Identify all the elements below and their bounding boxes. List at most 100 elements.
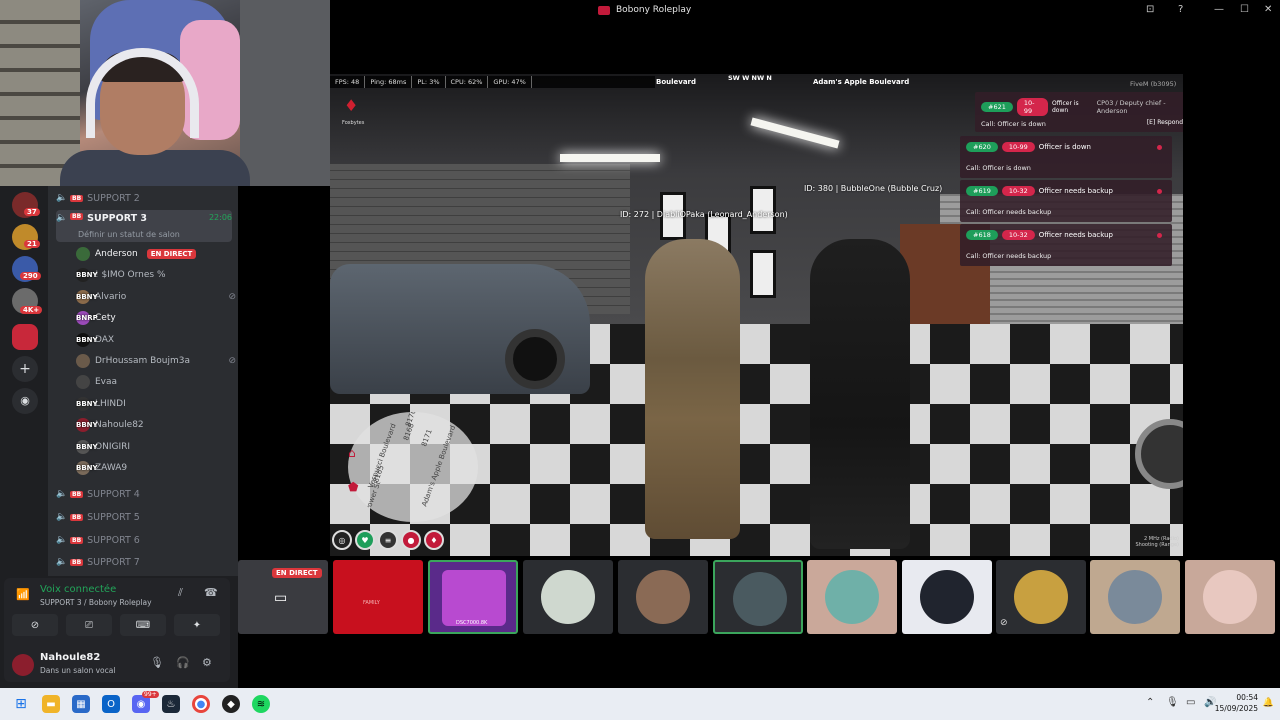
voice-user[interactable]: Anderson EN DIRECT <box>76 244 236 264</box>
participant-tile[interactable] <box>1090 560 1180 634</box>
muted-icon: ⊘ <box>228 356 236 366</box>
channel-status-placeholder[interactable]: Définir un statut de salon <box>78 230 180 239</box>
gpu-readout: GPU: 47% <box>488 76 532 88</box>
voice-user[interactable]: Cety BNRP <box>76 308 236 328</box>
map-street-label: 8170 <box>404 412 418 428</box>
user-name: ! $IMO Ornes % <box>95 270 166 280</box>
participant-tile[interactable]: FAMILY <box>333 560 423 634</box>
compass: SW W NW N <box>728 74 772 82</box>
voice-user[interactable]: DAX BBNY <box>76 330 236 350</box>
disconnect-icon[interactable]: ☎ <box>204 586 218 599</box>
window-title: Bobony Roleplay <box>598 5 691 15</box>
voice-channel-support-2[interactable]: 🔈 BB SUPPORT 2 <box>56 188 232 208</box>
user-name: LHINDI <box>95 399 126 409</box>
screen-share-icon: ▭ <box>274 590 288 606</box>
voice-user[interactable]: Alvario BBNY ⊘ <box>76 287 236 307</box>
participant-tile[interactable]: ⊘ <box>996 560 1086 634</box>
user-name: Anderson <box>95 249 138 259</box>
windows-start-icon[interactable]: ⊞ <box>12 695 30 713</box>
participant-tile[interactable] <box>523 560 613 634</box>
maximize-button[interactable]: ☐ <box>1240 4 1249 15</box>
signal-icon: 📶 <box>16 588 30 601</box>
spotify-icon[interactable]: ≋ <box>252 695 270 713</box>
webcam-person-shirt <box>60 150 250 186</box>
add-server-icon[interactable]: + <box>12 356 38 382</box>
dispatch-alert[interactable]: #619 10-32 Officer needs backup Call: Offi… <box>960 180 1172 222</box>
store-icon[interactable]: ▦ <box>72 695 90 713</box>
microphone-icon[interactable]: 🎙 <box>150 656 164 669</box>
dispatch-id: #621 <box>981 102 1013 112</box>
bobony-server-icon[interactable] <box>12 324 38 350</box>
minimize-button[interactable]: — <box>1214 4 1224 15</box>
user-tag: BBNY <box>76 400 98 408</box>
taskbar-clock[interactable]: 00:54 15/09/2025 <box>1215 692 1258 714</box>
help-icon[interactable]: ? <box>1178 4 1183 15</box>
health-icon: ♥ <box>355 530 375 550</box>
app-logo-icon <box>598 5 610 15</box>
participant-tile[interactable] <box>902 560 992 634</box>
voice-user[interactable]: ZAWA9 BBNY <box>76 458 236 478</box>
chrome-icon[interactable]: ● <box>192 695 210 713</box>
notification-icon[interactable]: 🔔 <box>1263 698 1274 708</box>
screen-share-icon[interactable]: ⊡ <box>1146 4 1154 15</box>
voice-connected-label[interactable]: Voix connectée <box>40 584 116 595</box>
participant-tile-live[interactable]: EN DIRECT ▭ <box>238 560 328 634</box>
dispatch-call: Call: Officer is down <box>981 120 1046 128</box>
participant-tile[interactable]: DSC7000.8K <box>428 560 518 634</box>
participant-tile[interactable] <box>618 560 708 634</box>
outlook-icon[interactable]: O <box>102 695 120 713</box>
tile-avatar <box>636 570 690 624</box>
channel-list: 🔈 BB SUPPORT 2 🔈 BB SUPPORT 3 22:06 Défi… <box>48 186 238 576</box>
avatar[interactable] <box>12 654 34 676</box>
street-name-right: Adam's Apple Boulevard <box>813 78 910 86</box>
fivem-icon[interactable]: ◆ <box>222 695 240 713</box>
voice-user[interactable]: LHINDI BBNY <box>76 394 236 414</box>
respond-hint[interactable]: [E] Respond <box>1147 119 1183 126</box>
voice-user[interactable]: Evaa <box>76 372 236 392</box>
channel-prefix-badge: BB <box>70 490 84 498</box>
network-icon[interactable]: ▭ <box>1186 697 1195 708</box>
participant-tile[interactable] <box>713 560 803 634</box>
dispatch-id: #618 <box>966 230 998 240</box>
activity-button[interactable]: ⌨ <box>120 614 166 636</box>
voice-channel-support-5[interactable]: 🔈 BB SUPPORT 5 <box>56 507 232 527</box>
user-name: DrHoussam Boujm3a <box>95 356 191 366</box>
settings-icon[interactable]: ⚙ <box>202 656 212 669</box>
live-badge: EN DIRECT <box>272 568 322 578</box>
file-explorer-icon[interactable]: ▬ <box>42 695 60 713</box>
voice-user[interactable]: ! $IMO Ornes % BBNY <box>76 265 236 285</box>
tile-avatar <box>1108 570 1162 624</box>
microphone-tray-icon[interactable]: 🎙 <box>1166 697 1179 708</box>
participant-strip: EN DIRECT ▭ FAMILY DSC7000.8K ⊘ <box>238 556 1280 688</box>
speaker-icon: 🔈 <box>56 193 68 203</box>
voice-user[interactable]: Nahoule82 BBNY <box>76 415 236 435</box>
channel-prefix-badge: BB <box>70 194 84 202</box>
participant-tile[interactable] <box>1185 560 1275 634</box>
voice-channel-support-4[interactable]: 🔈 BB SUPPORT 4 <box>56 484 232 504</box>
discover-icon[interactable]: ◉ <box>12 388 38 414</box>
server-badge: 21 <box>24 240 40 248</box>
screen-share-button[interactable]: ⎚ <box>66 614 112 636</box>
headphones-icon[interactable]: 🎧 <box>176 656 190 669</box>
steam-icon[interactable]: ♨ <box>162 695 180 713</box>
dispatch-alert[interactable]: #621 10-99 Officer is down CP03 / Deputy… <box>975 92 1183 132</box>
voice-channel-support-7[interactable]: 🔈 BB SUPPORT 7 <box>56 552 232 572</box>
minimap: Adam's Apple Boulevard Vespucci Boulevar… <box>348 412 478 522</box>
player-tag: ID: 380 | BubbleOne (Bubble Cruz) <box>804 184 943 193</box>
channel-timer: 22:06 <box>208 213 232 222</box>
soundboard-button[interactable]: ✦ <box>174 614 220 636</box>
dispatch-title: Officer needs backup <box>1038 187 1113 195</box>
game-stream[interactable]: FPS: 48 Ping: 68ms PL: 3% CPU: 62% GPU: … <box>330 74 1183 556</box>
voice-user[interactable]: ONIGIRI BBNY <box>76 437 236 457</box>
voice-user[interactable]: DrHoussam Boujm3a ⊘ <box>76 351 236 371</box>
voice-channel-support-6[interactable]: 🔈 BB SUPPORT 6 <box>56 530 232 550</box>
participant-tile[interactable] <box>807 560 897 634</box>
dispatch-alert[interactable]: #618 10-32 Officer needs backup Call: Offi… <box>960 224 1172 266</box>
close-button[interactable]: ✕ <box>1264 4 1272 15</box>
tray-chevron-icon[interactable]: ⌃ <box>1146 697 1154 708</box>
tile-avatar <box>1014 570 1068 624</box>
status-hud: ◎ ♥ ≡ ● ♦ <box>332 530 444 552</box>
dispatch-alert[interactable]: #620 10-99 Officer is down Call: Officer i… <box>960 136 1172 178</box>
noise-suppression-icon[interactable]: ⫽ <box>178 586 183 600</box>
camera-toggle-button[interactable]: ⊘ <box>12 614 58 636</box>
